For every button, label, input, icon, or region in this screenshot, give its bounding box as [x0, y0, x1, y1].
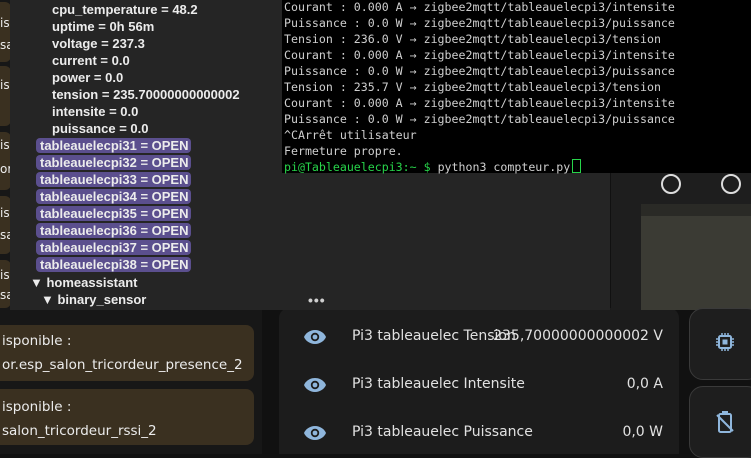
- battery-off-icon: [716, 411, 734, 433]
- eye-icon[interactable]: [303, 375, 327, 395]
- eye-icon[interactable]: [303, 423, 327, 443]
- tree-attribute: current = 0.0: [52, 53, 130, 68]
- entity-name: Pi3 tableauelec Puissance: [352, 424, 533, 440]
- terminal-line: Puissance : 0.0 W → zigbee2mqtt/tableaue…: [284, 16, 675, 30]
- radio-circle-icon[interactable]: [721, 174, 741, 194]
- tree-attribute: uptime = 0h 56m: [52, 19, 155, 34]
- chip-button[interactable]: [689, 308, 751, 380]
- topic-pill[interactable]: tableauelecpi37 = OPEN: [36, 240, 192, 255]
- camera-image-inner: [641, 216, 751, 310]
- terminal-cursor: [572, 159, 582, 173]
- terminal-line: Courant : 0.000 A → zigbee2mqtt/tableaue…: [284, 96, 675, 110]
- topic-pill[interactable]: tableauelecpi35 = OPEN: [36, 206, 192, 221]
- entities-card: Pi3 tableauelec Tension 235,700000000000…: [279, 308, 679, 454]
- terminal-line: Tension : 236.0 V → zigbee2mqtt/tableaue…: [284, 32, 661, 46]
- edge-card-text: is: [0, 78, 10, 92]
- edge-card-text: is: [0, 138, 10, 152]
- edge-card-text: is: [0, 268, 10, 282]
- entity-row-puissance[interactable]: Pi3 tableauelec Puissance 0,0 W: [279, 410, 679, 458]
- edge-card-text: is: [0, 16, 10, 30]
- edge-card-text: is: [0, 206, 10, 220]
- terminal-line: Fermeture propre.: [284, 144, 403, 158]
- topic-pill[interactable]: tableauelecpi38 = OPEN: [36, 257, 192, 272]
- terminal-line: Courant : 0.000 A → zigbee2mqtt/tableaue…: [284, 48, 675, 62]
- entity-row-intensite[interactable]: Pi3 tableauelec Intensite 0,0 A: [279, 362, 679, 410]
- terminal-command: python3 compteur.py: [430, 160, 571, 174]
- terminal-line: Puissance : 0.0 W → zigbee2mqtt/tableaue…: [284, 64, 675, 78]
- tree-attribute: intensite = 0.0: [52, 104, 139, 119]
- topic-pill[interactable]: tableauelecpi31 = OPEN: [36, 138, 192, 153]
- terminal-window[interactable]: Courant : 0.000 A → zigbee2mqtt/tableaue…: [282, 0, 751, 175]
- tree-node-binary-sensor[interactable]: ▼ binary_sensor: [41, 292, 146, 307]
- terminal-prompt: pi@Tableauelecpi3:~ $: [284, 160, 431, 174]
- terminal-line: Courant : 0.000 A → zigbee2mqtt/tableaue…: [284, 0, 675, 14]
- unavailable-warning-card[interactable]: isponible : or.esp_salon_tricordeur_pres…: [0, 325, 254, 381]
- tree-attribute: power = 0.0: [52, 70, 124, 85]
- entity-value: 235,70000000000002 V: [493, 328, 663, 344]
- camera-panel: [611, 170, 751, 310]
- chip-icon: [716, 333, 734, 351]
- warning-entity: or.esp_salon_tricordeur_presence_2: [2, 357, 243, 373]
- topic-pill[interactable]: tableauelecpi34 = OPEN: [36, 189, 192, 204]
- unavailable-warning-card[interactable]: isponible : salon_tricordeur_rssi_2: [0, 389, 254, 445]
- tree-attribute: cpu_temperature = 48.2: [52, 2, 198, 17]
- topic-pill[interactable]: tableauelecpi36 = OPEN: [36, 223, 192, 238]
- tree-attribute: voltage = 237.3: [52, 36, 145, 51]
- terminal-line: Puissance : 0.0 W → zigbee2mqtt/tableaue…: [284, 112, 675, 126]
- topic-pill[interactable]: tableauelecpi32 = OPEN: [36, 155, 192, 170]
- entity-name: Pi3 tableauelec Intensite: [352, 376, 525, 392]
- terminal-prompt-line[interactable]: pi@Tableauelecpi3:~ $ python3 compteur.p…: [284, 159, 582, 175]
- terminal-line: Tension : 235.7 V → zigbee2mqtt/tableaue…: [284, 80, 661, 94]
- eye-icon[interactable]: [303, 327, 327, 347]
- warning-title: isponible :: [2, 333, 72, 349]
- tree-node-homeassistant[interactable]: ▼ homeassistant: [30, 275, 138, 290]
- terminal-line: ^CArrêt utilisateur: [284, 128, 417, 142]
- topic-pill[interactable]: tableauelecpi33 = OPEN: [36, 172, 192, 187]
- tree-attribute: puissance = 0.0: [52, 121, 149, 136]
- warning-entity: salon_tricordeur_rssi_2: [2, 423, 157, 439]
- battery-button[interactable]: [689, 386, 751, 458]
- entity-name: Pi3 tableauelec Tension: [352, 328, 516, 344]
- entity-row-tension[interactable]: Pi3 tableauelec Tension 235,700000000000…: [279, 314, 679, 362]
- tree-attribute: tension = 235.70000000000002: [52, 87, 240, 102]
- more-options-icon[interactable]: •••: [308, 292, 326, 308]
- warning-title: isponible :: [2, 399, 72, 415]
- radio-circle-icon[interactable]: [661, 174, 681, 194]
- entity-value: 0,0 A: [626, 376, 663, 392]
- entity-value: 0,0 W: [622, 424, 663, 440]
